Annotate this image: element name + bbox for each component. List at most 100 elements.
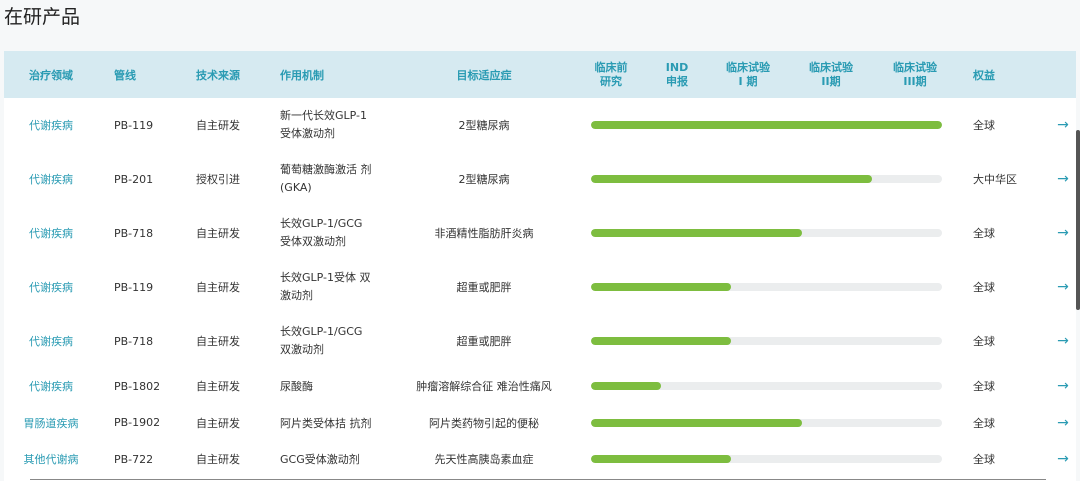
table-row[interactable]: 代谢疾病 PB-119 自主研发 新一代长效GLP-1 受体激动剂 2型糖尿病 全…	[4, 98, 1076, 152]
cell-mechanism: 阿片类受体拮 抗剂	[280, 416, 372, 430]
header-phase2: 临床试验 II期	[801, 51, 861, 98]
cell-source: 自主研发	[196, 416, 240, 430]
progress-fill	[591, 455, 732, 463]
progress-track	[591, 175, 942, 183]
arrow-right-icon[interactable]: →	[1054, 450, 1072, 468]
table-row[interactable]: 代谢疾病 PB-718 自主研发 长效GLP-1/GCG 受体双激动剂 非酒精性脂…	[4, 206, 1076, 260]
cell-pipeline: PB-119	[114, 280, 154, 294]
cell-area[interactable]: 代谢疾病	[4, 260, 98, 314]
cell-mechanism-line1: 长效GLP-1/GCG	[280, 325, 363, 338]
progress-track	[591, 229, 942, 237]
cell-pipeline: PB-718	[114, 226, 154, 240]
cell-source: 自主研发	[196, 380, 240, 393]
header-ind-line1: IND	[665, 60, 689, 74]
progress-track	[591, 337, 942, 345]
cell-pipeline: PB-201	[114, 172, 154, 186]
cell-source: 自主研发	[196, 119, 240, 132]
header-phase3-line1: 临床试验	[893, 60, 937, 74]
cell-rights: 全球	[973, 453, 995, 466]
header-ind: IND 申报	[647, 51, 707, 98]
cell-indication: 2型糖尿病	[458, 119, 510, 132]
cell-rights: 全球	[973, 416, 995, 430]
progress-track	[591, 283, 942, 291]
page-title: 在研产品	[4, 6, 81, 28]
header-preclinical-line2: 研究	[600, 74, 622, 88]
cell-mechanism: 新一代长效GLP-1 受体激动剂	[280, 98, 400, 152]
header-mechanism: 作用机制	[280, 68, 324, 82]
arrow-right-icon[interactable]: →	[1054, 170, 1072, 188]
header-ind-line2: 申报	[666, 74, 688, 88]
header-phase1-line1: 临床试验	[726, 60, 770, 74]
arrow-right-icon[interactable]: →	[1054, 116, 1072, 134]
cell-mechanism-line1: 葡萄糖激酶激活 剂	[280, 163, 372, 176]
cell-area[interactable]: 代谢疾病	[4, 152, 98, 206]
cell-pipeline: PB-119	[114, 118, 154, 132]
table-row[interactable]: 胃肠道疾病 PB-1902 自主研发 阿片类受体拮 抗剂 阿片类药物引起的便秘 …	[4, 404, 1076, 441]
header-indication: 目标适应症	[456, 68, 512, 82]
cell-rights: 大中华区	[973, 173, 1017, 186]
cell-area[interactable]: 代谢疾病	[4, 206, 98, 260]
cell-source: 自主研发	[196, 335, 240, 348]
progress-track	[591, 419, 942, 427]
cell-indication: 2型糖尿病	[458, 173, 510, 186]
arrow-right-icon[interactable]: →	[1054, 377, 1072, 395]
cell-source: 自主研发	[196, 453, 240, 466]
arrow-right-icon[interactable]: →	[1054, 332, 1072, 350]
table-row[interactable]: 代谢疾病 PB-119 自主研发 长效GLP-1受体 双激动剂 超重或肥胖 全球…	[4, 260, 1076, 314]
header-phase3: 临床试验 III期	[885, 51, 945, 98]
cell-source: 授权引进	[196, 173, 240, 186]
cell-mechanism-line1: 长效GLP-1/GCG	[280, 217, 363, 230]
progress-track	[591, 121, 942, 129]
cell-area[interactable]: 代谢疾病	[4, 368, 98, 404]
cell-pipeline: PB-722	[114, 452, 154, 466]
cell-indication: 先天性高胰岛素血症	[434, 453, 534, 466]
table-row[interactable]: 代谢疾病 PB-718 自主研发 长效GLP-1/GCG 双激动剂 超重或肥胖 全…	[4, 314, 1076, 368]
cell-indication: 阿片类药物引起的便秘	[429, 416, 539, 430]
cell-mechanism-line2: (GKA)	[280, 181, 312, 194]
progress-track	[591, 382, 942, 390]
cell-mechanism: GCG受体激动剂	[280, 453, 360, 466]
cell-area[interactable]: 代谢疾病	[4, 314, 98, 368]
progress-fill	[591, 121, 942, 129]
arrow-right-icon[interactable]: →	[1054, 224, 1072, 242]
cell-mechanism: 长效GLP-1/GCG 受体双激动剂	[280, 206, 400, 260]
table-row[interactable]: 代谢疾病 PB-1802 自主研发 尿酸酶 肿瘤溶解综合征 难治性痛风 全球 →	[4, 368, 1076, 404]
cell-rights: 全球	[973, 281, 995, 294]
header-phase1-line2: I 期	[738, 74, 758, 88]
cell-rights: 全球	[973, 227, 995, 240]
cell-pipeline: PB-1902	[114, 416, 161, 429]
cell-source: 自主研发	[196, 281, 240, 294]
header-preclinical: 临床前 研究	[581, 51, 641, 98]
progress-fill	[591, 175, 872, 183]
cell-rights: 全球	[973, 380, 995, 393]
cell-area[interactable]: 其他代谢病	[4, 441, 98, 477]
header-rights: 权益	[973, 68, 995, 82]
cell-mechanism-line1: 长效GLP-1受体 双	[280, 271, 371, 284]
cell-pipeline: PB-718	[114, 334, 154, 348]
cell-indication: 超重或肥胖	[456, 281, 512, 294]
pipeline-table: 治疗领域 管线 技术来源 作用机制 目标适应症 临床前 研究 IND 申报 临床试验…	[4, 51, 1076, 481]
cell-source: 自主研发	[196, 227, 240, 240]
table-row[interactable]: 代谢疾病 PB-201 授权引进 葡萄糖激酶激活 剂 (GKA) 2型糖尿病 大中…	[4, 152, 1076, 206]
cell-pipeline: PB-1802	[114, 379, 161, 393]
header-pipeline: 管线	[114, 68, 136, 82]
arrow-right-icon[interactable]: →	[1054, 414, 1072, 432]
table-row[interactable]: 其他代谢病 PB-722 自主研发 GCG受体激动剂 先天性高胰岛素血症 全球 …	[4, 441, 1076, 477]
horizontal-scrollbar[interactable]	[30, 479, 1046, 480]
header-phase2-line1: 临床试验	[809, 60, 853, 74]
header-phase2-line2: II期	[821, 74, 841, 88]
header-source: 技术来源	[196, 68, 240, 82]
table-header: 治疗领域 管线 技术来源 作用机制 目标适应症 临床前 研究 IND 申报 临床试验…	[4, 51, 1076, 98]
cell-mechanism: 长效GLP-1受体 双激动剂	[280, 260, 400, 314]
arrow-right-icon[interactable]: →	[1054, 278, 1072, 296]
progress-fill	[591, 419, 802, 427]
cell-mechanism-line2: 受体激动剂	[280, 127, 335, 140]
progress-track	[591, 455, 942, 463]
cell-area[interactable]: 胃肠道疾病	[4, 404, 98, 441]
cell-mechanism: 葡萄糖激酶激活 剂 (GKA)	[280, 152, 400, 206]
vertical-scrollbar[interactable]	[1076, 130, 1080, 310]
cell-mechanism-line1: 新一代长效GLP-1	[280, 109, 368, 122]
progress-fill	[591, 283, 732, 291]
cell-rights: 全球	[973, 335, 995, 348]
cell-area[interactable]: 代谢疾病	[4, 98, 98, 152]
